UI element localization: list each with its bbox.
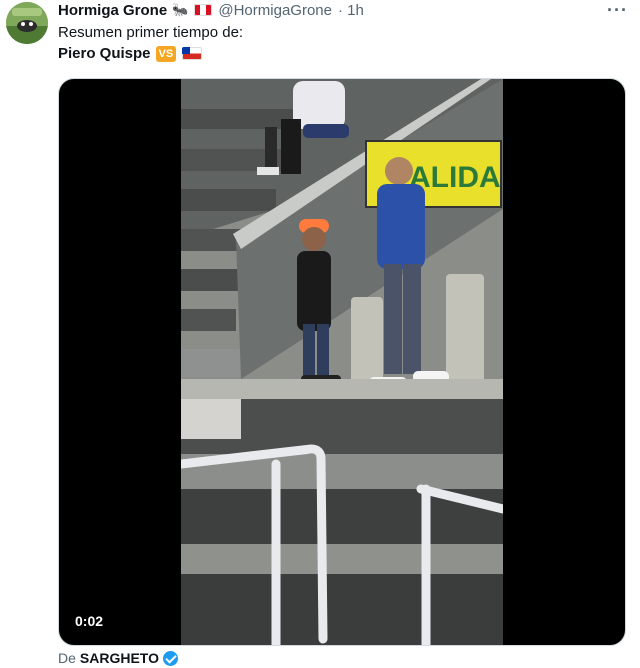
peru-flag-icon [194,4,213,16]
video-duration: 0:02 [75,613,104,629]
tweet-time[interactable]: · 1h [338,2,364,19]
author-handle[interactable]: @HormigaGrone [218,2,332,19]
player-name: Piero Quispe [58,45,151,62]
video-player[interactable]: ALIDA 0:02 [58,78,626,646]
avatar-image [6,2,48,44]
tweet-text-line2: Piero Quispe VS [58,45,203,62]
ant-emoji: 🐜 [172,2,189,17]
tweet-text-line1: Resumen primer tiempo de: [58,24,244,41]
author-avatar[interactable] [6,2,48,44]
tweet-header: Hormiga Grone 🐜 @HormigaGrone · 1h [58,0,600,20]
media-credit: De SARGHETO [58,650,178,666]
more-options-icon[interactable]: ··· [607,0,628,21]
credit-prefix: De [58,650,76,666]
credit-source[interactable]: SARGHETO [80,650,159,666]
verified-badge-icon [163,650,178,666]
vs-badge: VS [155,45,177,62]
author-name[interactable]: Hormiga Grone [58,2,167,19]
chile-flag-icon [182,47,203,60]
video-frame[interactable]: ALIDA [181,79,503,645]
